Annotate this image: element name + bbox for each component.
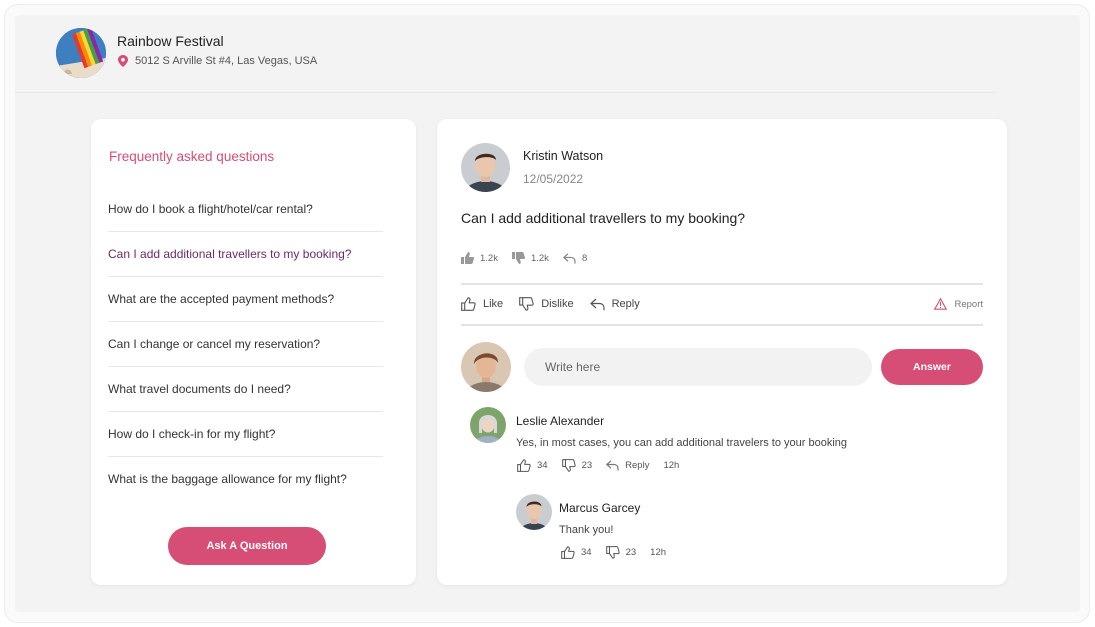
faq-item[interactable]: How do I book a flight/hotel/car rental? <box>108 187 383 232</box>
thumbs-up-filled-icon <box>461 252 474 264</box>
comment-text: Yes, in most cases, you can add addition… <box>516 437 848 449</box>
report-button[interactable]: Report <box>934 298 983 310</box>
thumbs-up-icon <box>561 546 575 559</box>
reply-button[interactable]: Reply <box>589 298 640 311</box>
comment-author: Marcus Garcey <box>559 501 641 515</box>
question-text: Can I add additional travellers to my bo… <box>461 210 746 226</box>
comment-dislike-button[interactable]: 23 <box>605 546 637 559</box>
warning-icon <box>934 298 948 310</box>
thumbs-down-icon <box>519 297 534 311</box>
location-pin-icon <box>118 55 128 67</box>
event-logo <box>56 28 106 78</box>
answer-button[interactable]: Answer <box>881 349 983 385</box>
comment-time: 12h <box>663 460 680 471</box>
answer-input[interactable] <box>524 348 872 386</box>
dislike-label: Dislike <box>541 298 574 310</box>
likes-value: 1.2k <box>480 252 498 264</box>
thumbs-up-icon <box>461 297 476 311</box>
post-stats: 1.2k 1.2k 8 <box>461 252 601 264</box>
faq-panel: Frequently asked questions How do I book… <box>91 119 416 585</box>
current-user-avatar <box>461 342 511 392</box>
thumbs-down-icon <box>605 546 620 559</box>
dislikes-value: 1.2k <box>530 252 549 264</box>
event-address: 5012 S Arville St #4, Las Vegas, USA <box>118 55 317 67</box>
thumbs-down-icon <box>561 459 576 472</box>
comment-dislikes: 23 <box>625 547 637 558</box>
divider <box>461 283 983 285</box>
comment-likes: 34 <box>581 547 592 558</box>
ask-question-button[interactable]: Ask A Question <box>168 527 326 565</box>
faq-list: How do I book a flight/hotel/car rental?… <box>108 187 383 502</box>
replies-value: 8 <box>581 252 588 264</box>
replies-count: 8 <box>562 252 588 264</box>
address-text: 5012 S Arville St #4, Las Vegas, USA <box>135 55 318 67</box>
question-panel: Kristin Watson 12/05/2022 Can I add addi… <box>437 119 1007 585</box>
comment-reply-label: Reply <box>625 460 650 471</box>
comment-like-button[interactable]: 34 <box>561 546 592 559</box>
dislikes-count: 1.2k <box>511 252 549 264</box>
faq-item[interactable]: What are the accepted payment methods? <box>108 277 383 322</box>
reply-icon <box>589 298 605 311</box>
header-divider <box>15 92 996 93</box>
comment-reply-button[interactable]: Reply <box>606 460 649 471</box>
post-date: 12/05/2022 <box>523 172 584 186</box>
comment-likes: 34 <box>537 460 548 471</box>
thumbs-down-filled-icon <box>511 252 525 264</box>
dislike-button[interactable]: Dislike <box>519 297 574 311</box>
comment-like-button[interactable]: 34 <box>517 459 548 472</box>
report-label: Report <box>954 298 983 310</box>
commenter-avatar <box>516 494 552 530</box>
event-title: Rainbow Festival <box>117 33 224 49</box>
author-avatar <box>461 143 510 192</box>
comment-actions: 34 23 Reply 12h <box>517 459 679 472</box>
faq-item-active[interactable]: Can I add additional travellers to my bo… <box>108 232 383 277</box>
like-label: Like <box>483 298 504 310</box>
like-button[interactable]: Like <box>461 297 503 311</box>
faq-item[interactable]: Can I change or cancel my reservation? <box>108 322 383 367</box>
faq-item[interactable]: What travel documents do I need? <box>108 367 383 412</box>
author-name: Kristin Watson <box>523 149 604 163</box>
reply-icon <box>562 252 576 264</box>
divider <box>461 324 983 326</box>
commenter-avatar <box>470 407 506 443</box>
likes-count: 1.2k <box>461 252 498 264</box>
reply-icon <box>606 460 619 471</box>
comment-dislikes: 23 <box>581 460 593 471</box>
reply-label: Reply <box>611 298 640 310</box>
comment-text: Thank you! <box>559 524 614 536</box>
comment-author: Leslie Alexander <box>516 414 605 428</box>
faq-item[interactable]: How do I check-in for my flight? <box>108 412 383 457</box>
thumbs-up-icon <box>517 459 531 472</box>
comment-dislike-button[interactable]: 23 <box>561 459 593 472</box>
faq-item[interactable]: What is the baggage allowance for my fli… <box>108 457 383 502</box>
post-actions: Like Dislike Reply Report <box>461 297 983 311</box>
faq-heading: Frequently asked questions <box>109 149 275 164</box>
comment-actions: 34 23 12h <box>561 546 666 559</box>
comment-time: 12h <box>650 547 667 558</box>
